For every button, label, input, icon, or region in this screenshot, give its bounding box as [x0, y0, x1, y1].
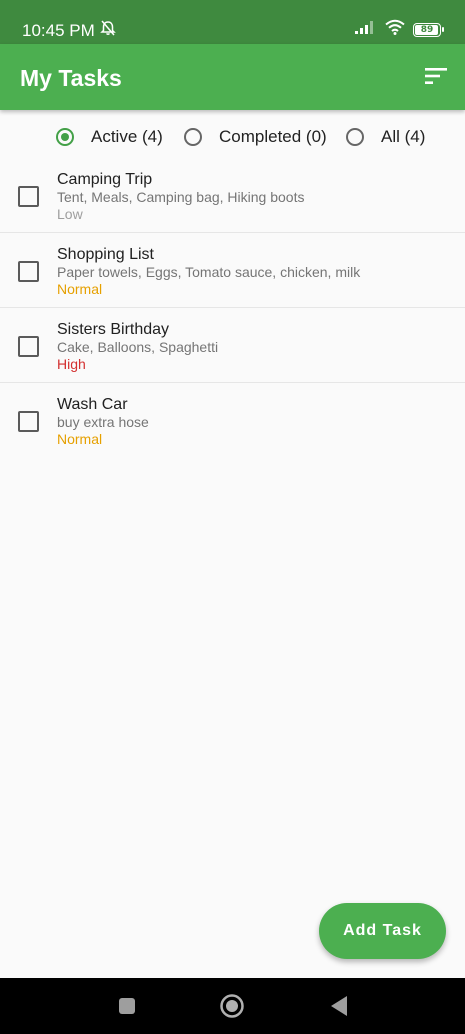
task-title: Camping Trip: [57, 171, 153, 188]
list-item[interactable]: Sisters Birthday Cake, Balloons, Spaghet…: [0, 308, 465, 383]
task-priority: Normal: [57, 431, 103, 447]
filter-active-label: Active (4): [91, 127, 163, 146]
task-text: Wash Car buy extra hose Normal: [57, 395, 455, 447]
wifi-icon: [385, 19, 405, 40]
battery-icon: 89: [413, 22, 444, 37]
back-icon[interactable]: [325, 992, 353, 1020]
task-checkbox[interactable]: [18, 261, 39, 282]
status-time-group: 10:45 PM: [22, 19, 117, 42]
task-text: Sisters Birthday Cake, Balloons, Spaghet…: [57, 320, 455, 372]
screen: 10:45 PM 89 My Tasks Active (4) Complete…: [0, 0, 465, 1034]
radio-completed[interactable]: [184, 128, 202, 146]
battery-level: 89: [420, 24, 434, 35]
filter-completed[interactable]: Completed (0): [184, 127, 327, 147]
recent-apps-icon[interactable]: [113, 992, 141, 1020]
status-icons: 89: [355, 19, 444, 40]
list-item[interactable]: Shopping List Paper towels, Eggs, Tomato…: [0, 233, 465, 308]
signal-icon: [355, 20, 377, 39]
filter-radio-group: Active (4) Completed (0) All (4): [0, 118, 465, 160]
task-text: Camping Trip Tent, Meals, Camping bag, H…: [57, 170, 455, 222]
list-item[interactable]: Camping Trip Tent, Meals, Camping bag, H…: [0, 158, 465, 233]
task-list: Camping Trip Tent, Meals, Camping bag, H…: [0, 158, 465, 458]
filter-all[interactable]: All (4): [346, 127, 425, 147]
alarm-off-icon: [99, 19, 117, 42]
filter-completed-label: Completed (0): [219, 127, 327, 146]
radio-all[interactable]: [346, 128, 364, 146]
task-priority: Normal: [57, 281, 103, 297]
status-bar: 10:45 PM 89: [0, 0, 465, 44]
task-priority: Low: [57, 206, 83, 222]
home-icon[interactable]: [218, 992, 246, 1020]
sort-button[interactable]: [419, 61, 453, 95]
list-item[interactable]: Wash Car buy extra hose Normal: [0, 383, 465, 458]
task-priority: High: [57, 356, 86, 372]
task-title: Wash Car: [57, 396, 128, 413]
task-text: Shopping List Paper towels, Eggs, Tomato…: [57, 245, 455, 297]
task-description: Cake, Balloons, Spaghetti: [57, 339, 219, 355]
task-title: Shopping List: [57, 246, 154, 263]
filter-all-label: All (4): [381, 127, 426, 146]
task-checkbox[interactable]: [18, 186, 39, 207]
add-task-button[interactable]: Add Task: [319, 903, 446, 959]
filter-active[interactable]: Active (4): [56, 127, 163, 147]
task-title: Sisters Birthday: [57, 321, 170, 338]
app-bar: My Tasks: [0, 44, 465, 110]
sort-icon: [425, 67, 447, 90]
task-description: Paper towels, Eggs, Tomato sauce, chicke…: [57, 264, 361, 280]
task-checkbox[interactable]: [18, 336, 39, 357]
status-time: 10:45 PM: [22, 20, 95, 40]
system-nav-bar: [0, 978, 465, 1034]
task-description: buy extra hose: [57, 414, 149, 430]
task-description: Tent, Meals, Camping bag, Hiking boots: [57, 189, 305, 205]
task-checkbox[interactable]: [18, 411, 39, 432]
radio-active[interactable]: [56, 128, 74, 146]
page-title: My Tasks: [20, 65, 122, 91]
